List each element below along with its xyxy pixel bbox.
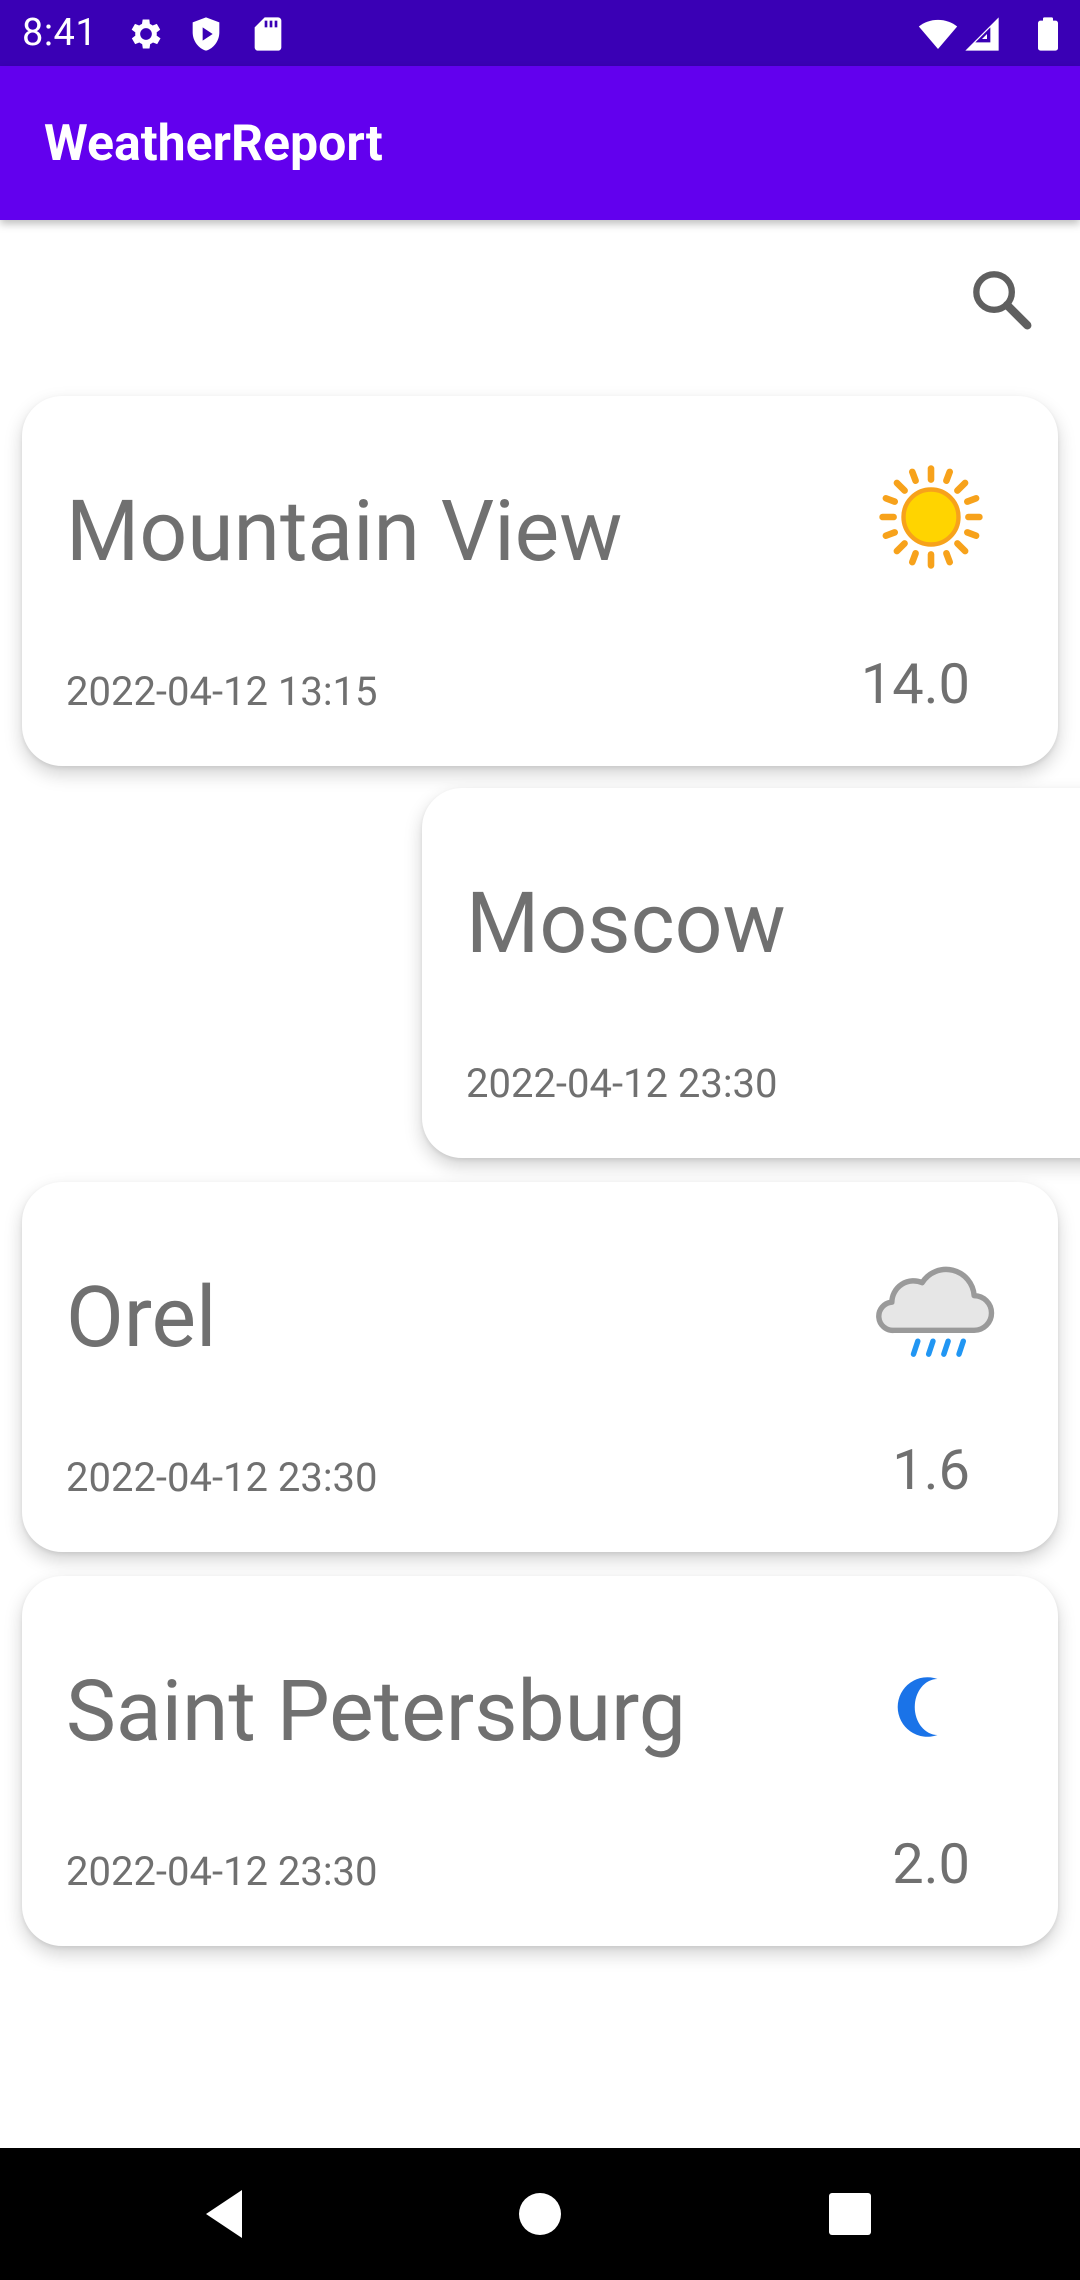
navigation-bar [0,2148,1080,2280]
city-name: Orel [66,1268,217,1367]
report-date: 2022-04-12 23:30 [66,1848,378,1895]
back-icon[interactable] [188,2178,260,2250]
recents-icon[interactable] [814,2178,886,2250]
home-icon[interactable] [504,2178,576,2250]
app-title: WeatherReport [44,115,383,173]
weather-card-moscow[interactable]: Moscow 2022-04-12 23:30 [422,788,1080,1158]
rain-cloud-icon [876,1266,995,1357]
wifi-icon [918,19,958,49]
weather-card-saint-petersburg[interactable]: Saint Petersburg 2022-04-12 23:30 2.0 [22,1576,1058,1946]
city-name: Moscow [466,874,786,973]
search-button[interactable] [964,262,1040,338]
temperature: 14.0 [860,651,970,717]
gear-icon [131,19,161,49]
city-name: Mountain View [66,482,623,581]
signal-icon [965,17,999,51]
moon-icon [897,1677,938,1737]
temperature: 2.0 [892,1831,970,1897]
city-name: Saint Petersburg [66,1662,686,1761]
battery-icon [1038,17,1058,51]
report-date: 2022-04-12 23:30 [466,1060,778,1107]
sd-card-icon [254,17,282,51]
app-bar: WeatherReport [0,66,1080,220]
status-bar: 8:41 [0,0,1080,66]
report-date: 2022-04-12 13:15 [66,668,378,715]
status-time: 8:41 [22,11,98,55]
search-icon [973,271,1032,330]
weather-card-orel[interactable]: Orel 2022-04-12 23:30 1.6 [22,1182,1058,1552]
shield-icon [192,17,220,51]
weather-card-mountain-view[interactable]: Mountain View 2022-04-12 13:15 14.0 [22,396,1058,766]
report-date: 2022-04-12 23:30 [66,1454,378,1501]
temperature: 1.6 [892,1437,970,1503]
sun-icon [879,465,983,569]
